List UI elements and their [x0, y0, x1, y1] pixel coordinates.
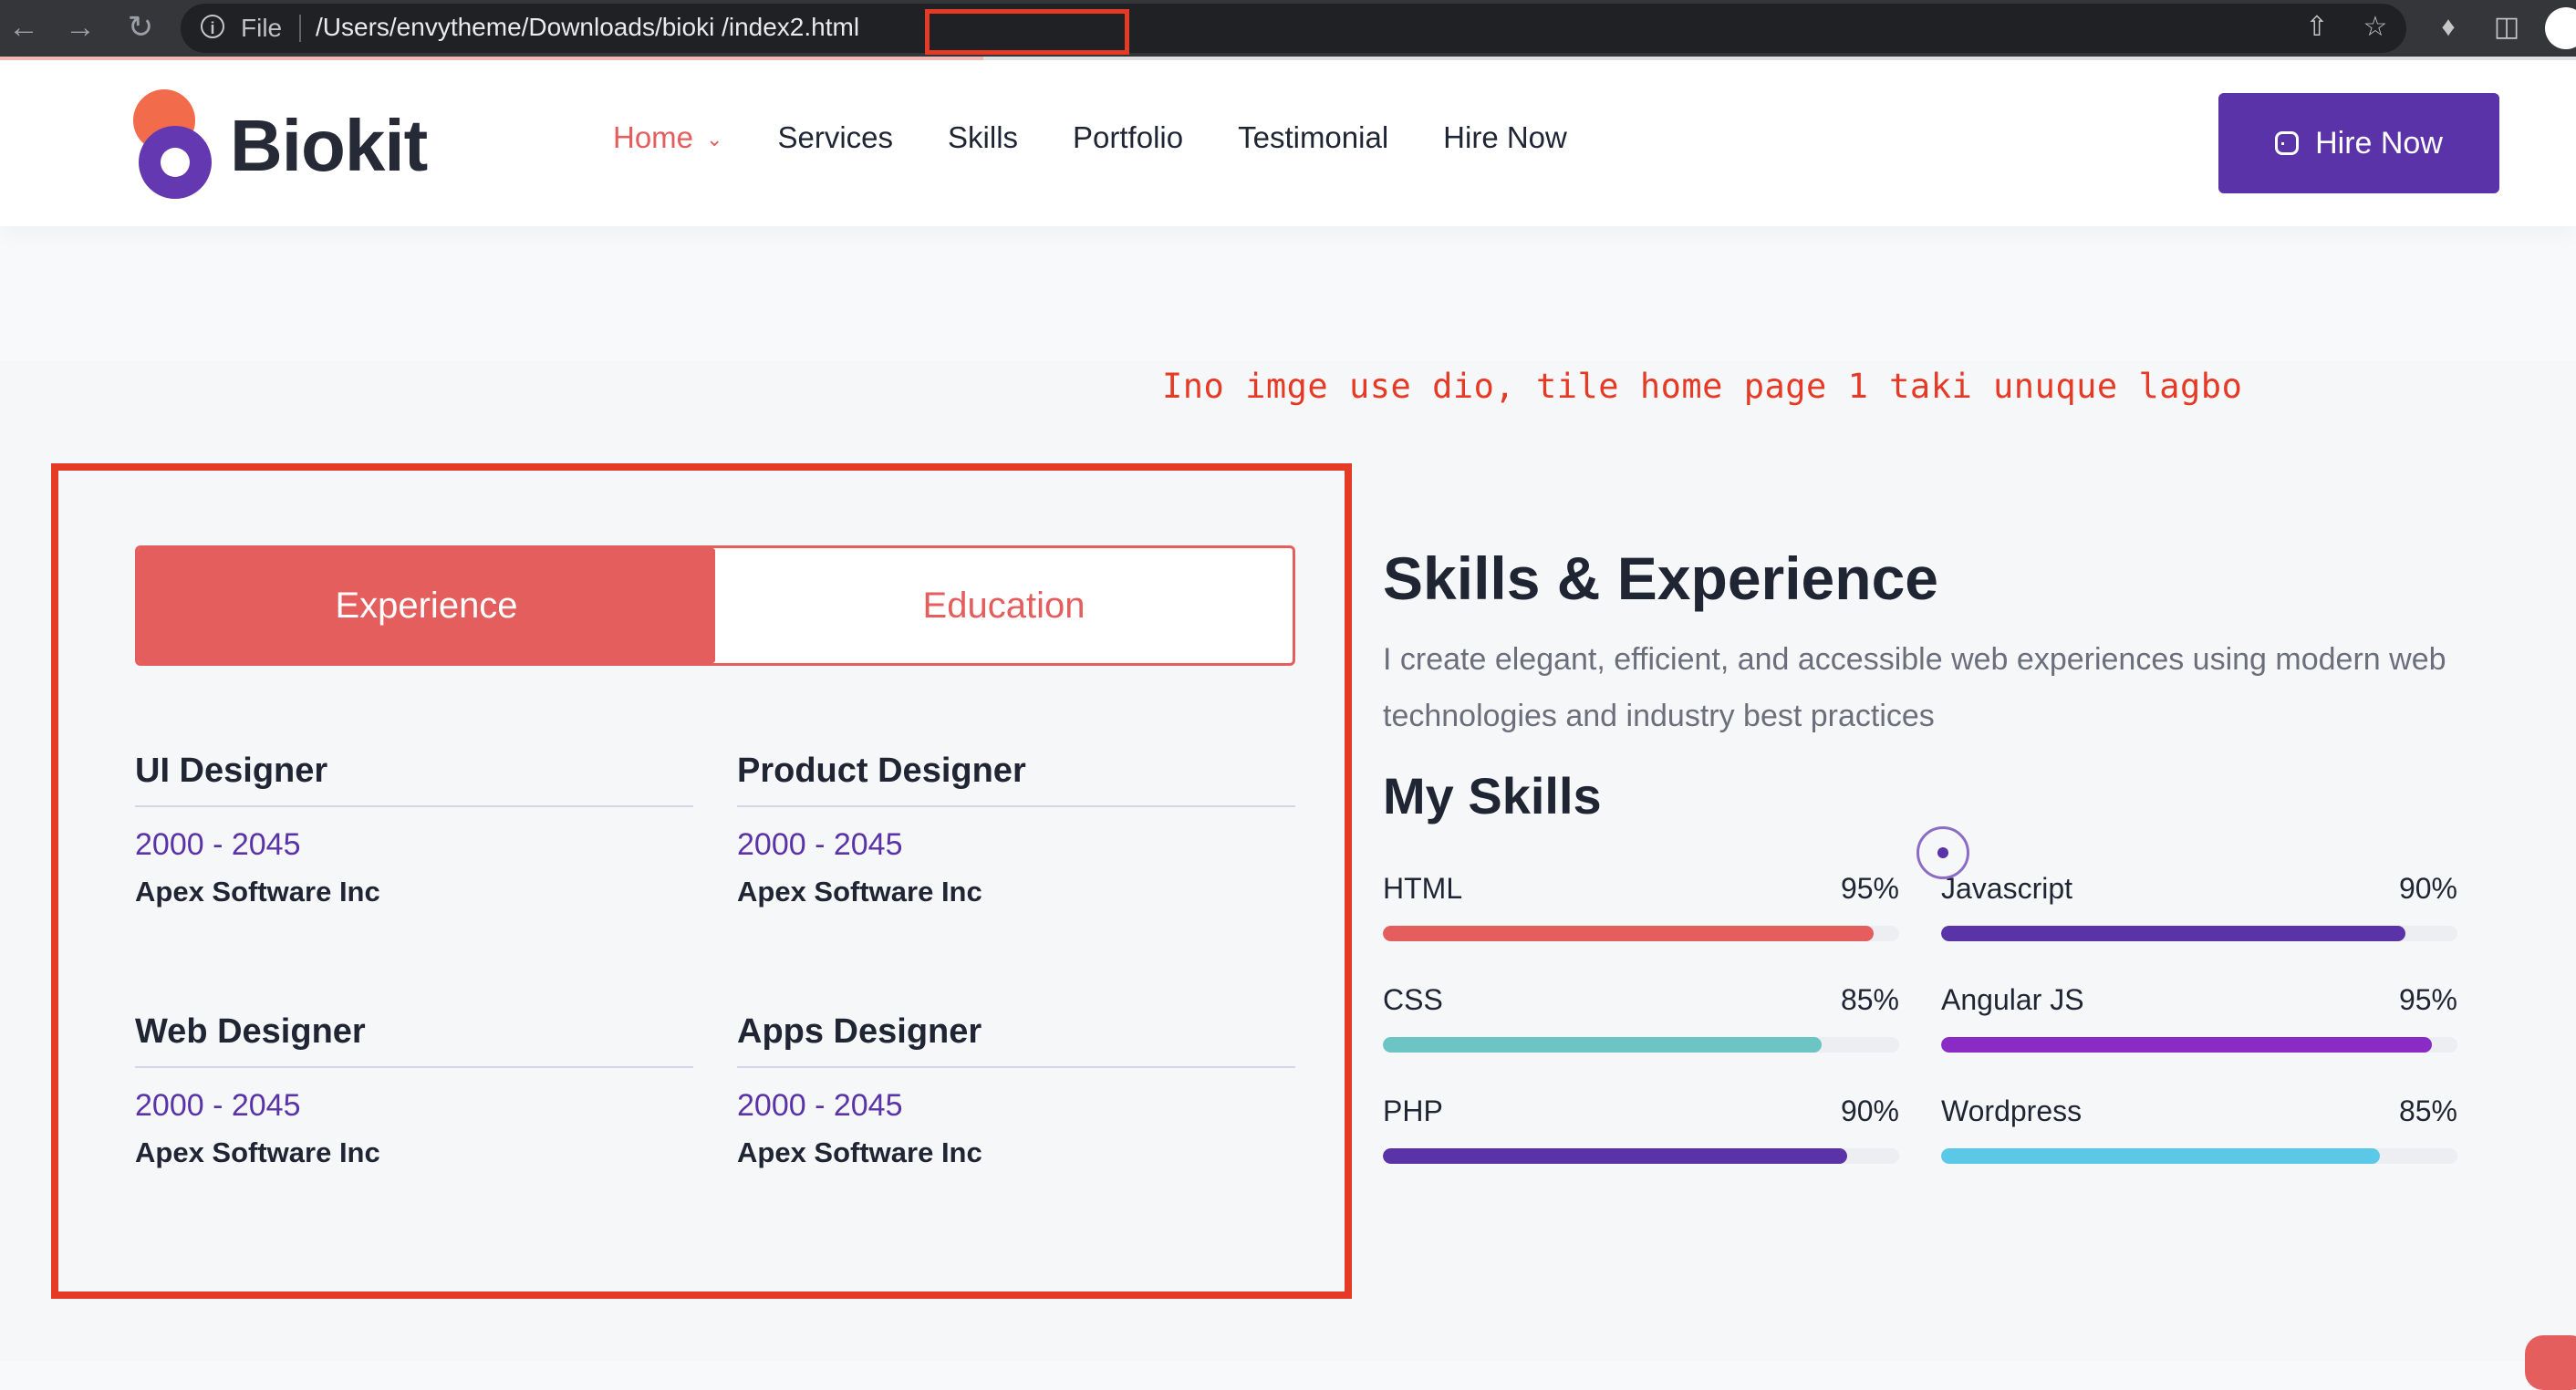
- profile-avatar[interactable]: [2545, 7, 2576, 49]
- skill-percent: 85%: [1840, 983, 1899, 1016]
- extensions-icon[interactable]: ♦: [2430, 9, 2467, 46]
- skill-name: Wordpress: [1941, 1094, 2083, 1127]
- cursor-dot: [1937, 847, 1948, 858]
- skill-fill: [1383, 926, 1874, 941]
- skill-bar: HTML 95%: [1383, 872, 1899, 941]
- skill-bar: CSS 85%: [1383, 983, 1899, 1053]
- section-description: I create elegant, efficient, and accessi…: [1383, 642, 2446, 733]
- skill-track: [1383, 926, 1899, 941]
- tab-experience[interactable]: Experience: [138, 548, 715, 663]
- section-heading: Skills & Experience: [1383, 545, 1938, 612]
- address-bar[interactable]: i File /Users/envytheme/Downloads/bioki …: [181, 4, 2406, 55]
- back-icon[interactable]: ←: [5, 9, 42, 46]
- experience-card: UI Designer 2000 - 2045 Apex Software In…: [135, 752, 693, 908]
- skill-fill: [1941, 1037, 2432, 1053]
- skill-name: PHP: [1383, 1094, 1443, 1127]
- skill-bar: Wordpress 85%: [1941, 1094, 2457, 1164]
- resume-tabs: Experience Education: [135, 545, 1295, 666]
- skill-bar: Angular JS 95%: [1941, 983, 2457, 1053]
- nav-home-label: Home: [613, 120, 694, 154]
- experience-company: Apex Software Inc: [135, 1136, 380, 1168]
- main-nav: Home ⌄ Services Skills Portfolio Testimon…: [613, 120, 1622, 155]
- nav-skills[interactable]: Skills: [948, 120, 1018, 155]
- bookmark-star-icon[interactable]: ☆: [2357, 9, 2394, 46]
- skill-percent: 95%: [2398, 983, 2457, 1016]
- share-icon[interactable]: ⇧: [2299, 9, 2335, 46]
- cursor-ring: [1916, 826, 1969, 879]
- hire-now-button-label: Hire Now: [2315, 125, 2443, 161]
- skill-fill: [1383, 1037, 1823, 1053]
- url-highlight-box: [925, 9, 1129, 55]
- skill-percent: 90%: [1840, 1094, 1899, 1127]
- logo-mark-icon: [133, 89, 212, 199]
- experience-years: 2000 - 2045: [737, 1088, 903, 1123]
- skill-track: [1383, 1037, 1899, 1053]
- info-icon[interactable]: i: [201, 15, 224, 38]
- hire-now-button[interactable]: Hire Now: [2218, 93, 2499, 193]
- experience-card: Product Designer 2000 - 2045 Apex Softwa…: [737, 752, 1295, 908]
- skill-track: [1941, 1148, 2457, 1164]
- nav-services[interactable]: Services: [777, 120, 893, 155]
- skill-percent: 90%: [2398, 872, 2457, 905]
- skills-subheading: My Skills: [1383, 767, 1602, 825]
- experience-years: 2000 - 2045: [135, 1088, 301, 1123]
- reload-icon[interactable]: ↻: [122, 9, 159, 46]
- experience-card: Apps Designer 2000 - 2045 Apex Software …: [737, 1012, 1295, 1169]
- side-panel-icon[interactable]: ◫: [2488, 9, 2525, 46]
- skill-fill: [1941, 1148, 2381, 1164]
- skill-bar: Javascript 90%: [1941, 872, 2457, 941]
- skill-name: HTML: [1383, 872, 1463, 905]
- review-annotation: Ino imge use dio, tile home page 1 taki …: [1162, 367, 2243, 406]
- experience-years: 2000 - 2045: [135, 827, 301, 862]
- experience-company: Apex Software Inc: [135, 876, 380, 908]
- scheme-label: File: [241, 14, 283, 42]
- nav-testimonial[interactable]: Testimonial: [1238, 120, 1388, 155]
- skill-percent: 85%: [2398, 1094, 2457, 1127]
- skill-track: [1941, 926, 2457, 941]
- skill-fill: [1383, 1148, 1848, 1164]
- scroll-top-button[interactable]: [2525, 1335, 2576, 1390]
- experience-role: Web Designer: [135, 1012, 693, 1068]
- skill-track: [1941, 1037, 2457, 1053]
- skill-name: CSS: [1383, 983, 1443, 1016]
- skill-name: Javascript: [1941, 872, 2073, 905]
- tab-education[interactable]: Education: [715, 548, 1293, 663]
- address-separator: [299, 15, 301, 42]
- logo-text: Biokit: [230, 105, 428, 186]
- chevron-down-icon: ⌄: [706, 128, 723, 151]
- browser-toolbar: ← → ↻ i File /Users/envytheme/Downloads/…: [0, 0, 2576, 57]
- experience-role: Product Designer: [737, 752, 1295, 807]
- experience-role: UI Designer: [135, 752, 693, 807]
- logo[interactable]: Biokit: [133, 88, 443, 206]
- experience-card: Web Designer 2000 - 2045 Apex Software I…: [135, 1012, 693, 1169]
- nav-hire-now[interactable]: Hire Now: [1443, 120, 1567, 155]
- experience-role: Apps Designer: [737, 1012, 1295, 1068]
- skill-percent: 95%: [1840, 872, 1899, 905]
- experience-company: Apex Software Inc: [737, 1136, 982, 1168]
- skill-track: [1383, 1148, 1899, 1164]
- skill-fill: [1941, 926, 2406, 941]
- nav-portfolio[interactable]: Portfolio: [1073, 120, 1183, 155]
- url-text[interactable]: /Users/envytheme/Downloads/bioki /index2…: [316, 13, 859, 42]
- site-header: Biokit Home ⌄ Services Skills Portfolio T…: [0, 60, 2576, 226]
- chat-icon: [2275, 131, 2300, 155]
- skill-bar: PHP 90%: [1383, 1094, 1899, 1164]
- nav-home[interactable]: Home ⌄: [613, 120, 722, 155]
- experience-years: 2000 - 2045: [737, 827, 903, 862]
- experience-company: Apex Software Inc: [737, 876, 982, 908]
- forward-icon[interactable]: →: [62, 9, 99, 46]
- skill-name: Angular JS: [1941, 983, 2084, 1016]
